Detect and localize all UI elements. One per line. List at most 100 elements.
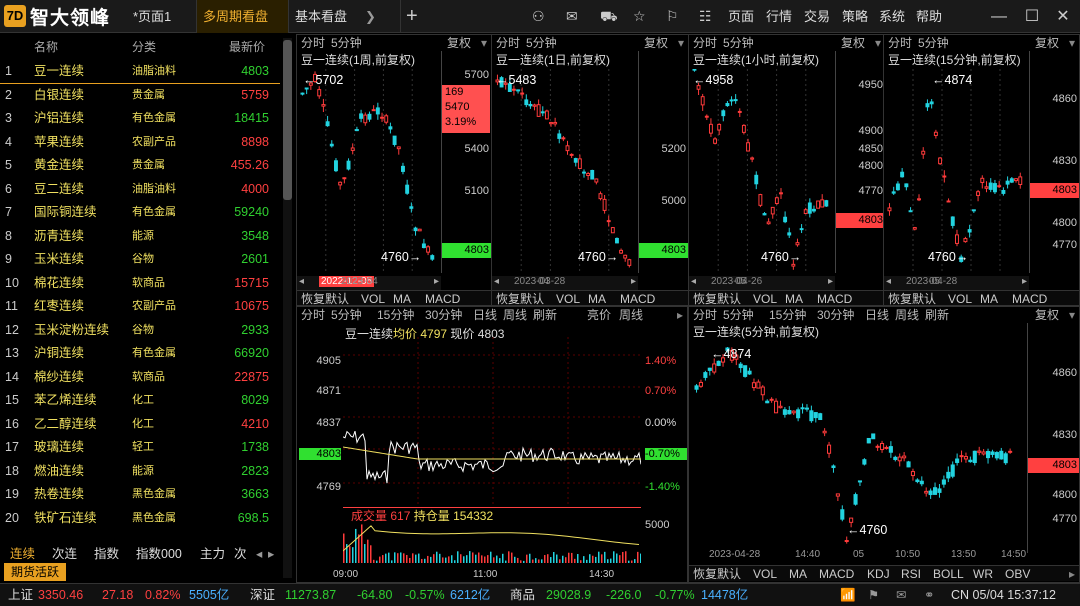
chevron-down-icon[interactable]: ▾ (1069, 307, 1075, 323)
grid-icon[interactable]: ☷ (699, 8, 712, 25)
indicator-reset[interactable]: 恢复默认 (693, 291, 741, 305)
tf-intraday[interactable]: 分时 (693, 307, 717, 323)
list-item[interactable]: 7 国际铜连续 有色金属 59240 (0, 201, 280, 225)
tab-index000[interactable]: 指数000 (136, 545, 182, 563)
indicator-boll[interactable]: BOLL (933, 566, 964, 582)
adjust-dropdown[interactable]: 复权 (644, 35, 668, 51)
indicator-macd[interactable]: MACD (425, 291, 460, 305)
tab-multi-period[interactable]: 多周期看盘 (197, 0, 289, 33)
active-futures-button[interactable]: 期货活跃 (4, 563, 66, 581)
indicator-obv[interactable]: OBV (1005, 566, 1030, 582)
indicator-macd[interactable]: MACD (620, 291, 655, 305)
tab-page1[interactable]: *页面1 (127, 0, 197, 33)
arrow-left-icon[interactable]: ◂ (299, 276, 304, 287)
header-name[interactable]: 名称 (34, 38, 58, 55)
menu-page[interactable]: 页面 (728, 0, 754, 33)
daily-chart-pane[interactable]: 分时 5分钟 复权 ▾ 豆一连续(1日,前复权) 5200 5000 ←5483 4760… (491, 34, 689, 306)
bell-icon[interactable]: ⚑ (868, 584, 879, 606)
list-item[interactable]: 16 乙二醇连续 化工 4210 (0, 413, 280, 437)
adjust-dropdown[interactable]: 复权 (1035, 35, 1059, 51)
tf-intraday[interactable]: 分时 (496, 35, 520, 51)
close-icon[interactable]: ✕ (1048, 0, 1078, 33)
menu-strategy[interactable]: 策略 (842, 0, 868, 33)
tab-main[interactable]: 主力 (200, 545, 225, 563)
arrow-right-icon[interactable]: ▸ (828, 276, 833, 287)
menu-trade[interactable]: 交易 (804, 0, 830, 33)
wallet-icon[interactable]: ✉ (566, 8, 578, 25)
star-icon[interactable]: ☆ (633, 8, 646, 25)
tf-5min[interactable]: 5分钟 (526, 35, 557, 51)
chevron-down-icon[interactable]: ▾ (678, 35, 684, 51)
list-item[interactable]: 12 玉米淀粉连续 谷物 2933 (0, 319, 280, 343)
chevron-down-icon[interactable]: ▾ (875, 35, 881, 51)
tab-basic[interactable]: 基本看盘 ❯ (289, 0, 401, 33)
list-item[interactable]: 19 热卷连续 黑色金属 3663 (0, 483, 280, 507)
menu-help[interactable]: 帮助 (916, 0, 942, 33)
tab-more[interactable]: 次 (234, 545, 247, 563)
list-item[interactable]: 14 棉纱连续 软商品 22875 (0, 366, 280, 390)
tf-5min[interactable]: 5分钟 (723, 307, 754, 323)
arrow-left-icon[interactable]: ◂ (256, 545, 262, 563)
intraday-chart-pane[interactable]: 分时 5分钟 15分钟 30分钟 日线 周线 刷新 亮价 周线 ▸ 豆一连续均价 … (296, 306, 688, 583)
network-icon[interactable]: 📶 (840, 584, 856, 606)
tf-week[interactable]: 周线 (895, 307, 919, 323)
indicator-macd[interactable]: MACD (817, 291, 852, 305)
arrow-left-icon[interactable]: ◂ (691, 276, 696, 287)
arrow-left-icon[interactable]: ◂ (886, 276, 891, 287)
arrow-right-icon[interactable]: ▸ (631, 276, 636, 287)
header-price[interactable]: 最新价 (229, 38, 265, 55)
indicator-ma[interactable]: MA (785, 291, 803, 305)
indicator-ma[interactable]: MA (789, 566, 807, 582)
list-item[interactable]: 13 沪铜连续 有色金属 66920 (0, 342, 280, 366)
chevron-right-icon[interactable]: ❯ (365, 9, 376, 24)
indicator-reset[interactable]: 恢复默认 (301, 291, 349, 305)
list-item[interactable]: 10 棉花连续 软商品 15715 (0, 272, 280, 296)
add-tab-icon[interactable]: + (406, 0, 418, 33)
list-item[interactable]: 20 铁矿石连续 黑色金属 698.5 (0, 507, 280, 531)
indicator-reset[interactable]: 恢复默认 (888, 291, 936, 305)
list-item[interactable]: 17 玻璃连续 轻工 1738 (0, 436, 280, 460)
indicator-vol[interactable]: VOL (753, 291, 777, 305)
refresh-button[interactable]: 刷新 (533, 307, 557, 323)
adjust-dropdown[interactable]: 复权 (1035, 307, 1059, 323)
list-item[interactable]: 15 苯乙烯连续 化工 8029 (0, 389, 280, 413)
list-item[interactable]: 1 豆一连续 油脂油料 4803 (0, 60, 280, 84)
tf-5min[interactable]: 5分钟 (723, 35, 754, 51)
indicator-vol[interactable]: VOL (948, 291, 972, 305)
list-item[interactable]: 11 红枣连续 农副产品 10675 (0, 295, 280, 319)
tab-continuous[interactable]: 连续 (10, 545, 35, 563)
indicator-vol[interactable]: VOL (556, 291, 580, 305)
indicator-ma[interactable]: MA (393, 291, 411, 305)
15min-chart-pane[interactable]: 分时 5分钟 复权 ▾ 豆一连续(15分钟,前复权) 4860 4830 4800 477… (883, 34, 1080, 306)
indicator-ma[interactable]: MA (588, 291, 606, 305)
tf-30min[interactable]: 30分钟 (425, 307, 462, 323)
bright-price-button[interactable]: 亮价 (587, 307, 611, 323)
user-icon[interactable]: ⚇ (532, 8, 545, 25)
line-type-dropdown[interactable]: 周线 (619, 307, 643, 323)
arrow-right-icon[interactable]: ▸ (1022, 276, 1027, 287)
indicator-kdj[interactable]: KDJ (867, 566, 890, 582)
adjust-dropdown[interactable]: 复权 (841, 35, 865, 51)
minimize-icon[interactable]: — (984, 0, 1014, 33)
tf-5min[interactable]: 5分钟 (331, 35, 362, 51)
indicator-reset[interactable]: 恢复默认 (496, 291, 544, 305)
arrow-right-icon[interactable]: ▸ (268, 545, 274, 563)
arrow-left-icon[interactable]: ◂ (494, 276, 499, 287)
tf-intraday[interactable]: 分时 (888, 35, 912, 51)
link-icon[interactable]: ⚭ (924, 584, 934, 606)
indicator-macd[interactable]: MACD (819, 566, 854, 582)
hourly-chart-pane[interactable]: 分时 5分钟 复权 ▾ 豆一连续(1小时,前复权) 4950 4900 4850 4800… (688, 34, 886, 306)
list-item[interactable]: 5 黄金连续 贵金属 455.26 (0, 154, 280, 178)
arrow-right-icon[interactable]: ▸ (677, 307, 683, 323)
cart-icon[interactable]: ⛟ (600, 8, 618, 27)
list-item[interactable]: 4 苹果连续 农副产品 8898 (0, 131, 280, 155)
menu-system[interactable]: 系统 (879, 0, 905, 33)
menu-quotes[interactable]: 行情 (766, 0, 792, 33)
indicator-macd[interactable]: MACD (1012, 291, 1047, 305)
tf-intraday[interactable]: 分时 (301, 307, 325, 323)
tf-5min[interactable]: 5分钟 (331, 307, 362, 323)
list-item[interactable]: 6 豆二连续 油脂油料 4000 (0, 178, 280, 202)
scrollbar-thumb[interactable] (283, 40, 292, 200)
arrow-right-icon[interactable]: ▸ (434, 276, 439, 287)
chevron-down-icon[interactable]: ▾ (1069, 35, 1075, 51)
